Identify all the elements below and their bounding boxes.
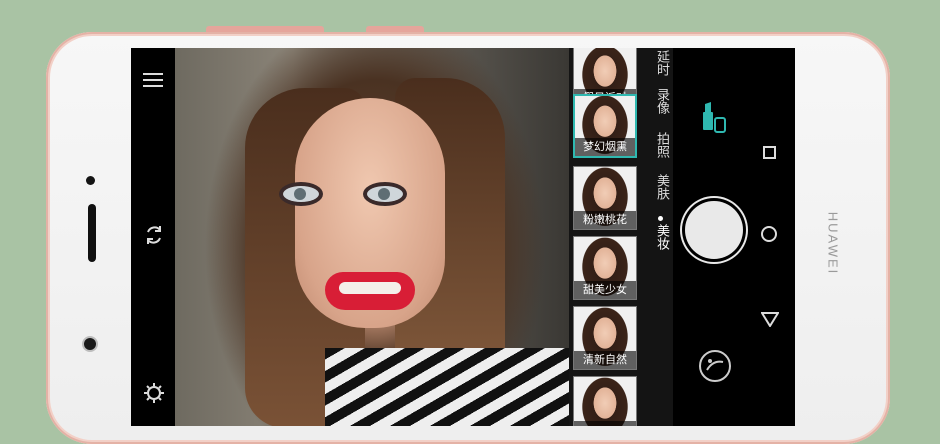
effect-item-selected[interactable]: 梦幻烟熏 (573, 94, 637, 158)
effect-item[interactable]: 粉嫩桃花 (573, 166, 637, 230)
brand-logo: HUAWEI (825, 211, 841, 275)
capture-panel (673, 48, 795, 426)
gallery-icon[interactable] (699, 350, 731, 382)
viewfinder[interactable] (175, 48, 569, 426)
effect-label: 粉嫩桃花 (574, 211, 636, 229)
sweater (325, 348, 569, 426)
mode-timelapse[interactable]: 延时 (651, 50, 671, 76)
mode-makeup[interactable]: 美妆 (651, 224, 671, 250)
effect-label: 甜美少女 (574, 281, 636, 299)
lips (325, 272, 415, 310)
menu-icon[interactable] (143, 72, 163, 88)
effect-item[interactable]: 甜美少女 (573, 236, 637, 300)
mode-indicator (658, 216, 663, 221)
power-button (366, 26, 424, 32)
effect-item[interactable] (573, 376, 637, 426)
mode-record[interactable]: 录像 (651, 88, 671, 114)
effect-label: 梦幻烟熏 (575, 138, 635, 156)
front-camera (84, 338, 96, 350)
mode-beauty[interactable]: 美肤 (651, 174, 671, 200)
back-icon[interactable] (761, 311, 779, 327)
eye-left (283, 186, 319, 202)
proximity-sensor (86, 176, 95, 185)
mode-selector: 延时 录像 拍照 美肤 美妆 (649, 48, 673, 426)
makeup-icon[interactable] (701, 100, 727, 134)
shutter-button[interactable] (685, 201, 743, 259)
effects-list: 假日派对 梦幻烟熏 粉嫩桃花 甜美少女 清新自然 (572, 48, 642, 426)
eye-right (367, 186, 403, 202)
camera-switch-icon[interactable] (143, 224, 165, 246)
settings-icon[interactable] (143, 382, 165, 404)
home-icon[interactable] (761, 226, 777, 242)
effect-item[interactable]: 清新自然 (573, 306, 637, 370)
left-toolbar (131, 48, 175, 426)
effect-label: 清新自然 (574, 351, 636, 369)
recent-apps-icon[interactable] (763, 146, 776, 159)
volume-button (206, 26, 324, 32)
earpiece (88, 204, 96, 262)
gallery-glyph (706, 359, 724, 371)
effect-label (574, 421, 636, 426)
effect-thumbnail (574, 377, 636, 426)
mode-photo[interactable]: 拍照 (651, 132, 671, 158)
camera-screen: 假日派对 梦幻烟熏 粉嫩桃花 甜美少女 清新自然 延时 录像 拍照 美肤 美妆 (131, 48, 795, 426)
